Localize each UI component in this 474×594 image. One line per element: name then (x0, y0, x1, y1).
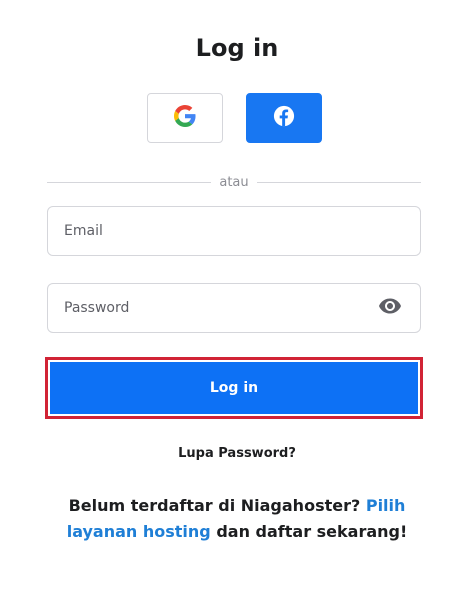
password-input[interactable] (48, 284, 370, 332)
divider-line-right (256, 181, 421, 183)
google-login-button[interactable] (147, 93, 223, 143)
facebook-icon (273, 105, 295, 131)
forgot-password-link[interactable]: Lupa Password? (0, 446, 474, 461)
eye-icon (378, 294, 402, 322)
divider: atau (47, 174, 421, 190)
divider-line-left (47, 181, 212, 183)
login-button-highlight: Log in (45, 357, 423, 419)
signup-prefix: Belum terdaftar di Niagahoster? (68, 496, 361, 515)
page-title: Log in (195, 34, 279, 62)
signup-text: Belum terdaftar di Niagahoster? Pilih la… (40, 493, 434, 545)
signup-suffix: dan daftar sekarang! (216, 522, 408, 541)
login-button[interactable]: Log in (50, 362, 418, 414)
email-field-container (47, 206, 421, 256)
email-input[interactable] (48, 207, 420, 255)
facebook-login-button[interactable] (246, 93, 322, 143)
google-icon (174, 105, 196, 131)
show-password-toggle[interactable] (370, 288, 410, 328)
divider-text: atau (219, 174, 249, 190)
password-field-container (47, 283, 421, 333)
